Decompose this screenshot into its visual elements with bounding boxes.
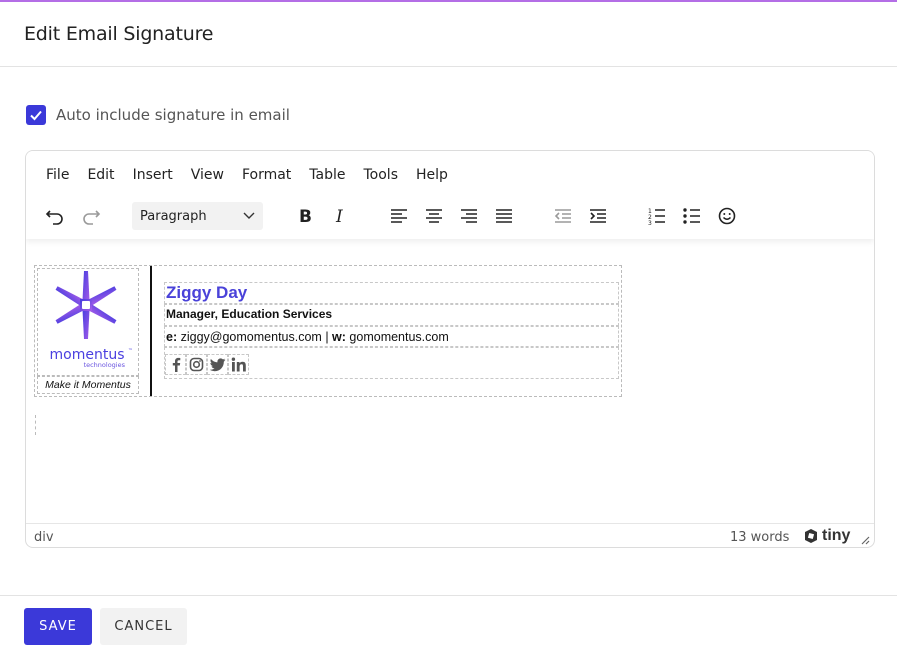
element-path[interactable]: div [34, 530, 54, 545]
name-row: Ziggy Day [164, 282, 619, 304]
social-icons [165, 354, 249, 376]
editor-menubar: File Edit Insert View Format Table Tools… [37, 163, 457, 187]
contact-separator: | [325, 330, 329, 344]
italic-icon[interactable]: I [325, 201, 355, 231]
cancel-button[interactable]: CANCEL [100, 608, 187, 645]
rich-text-editor: File Edit Insert View Format Table Tools… [25, 150, 875, 548]
signature-contact: e: ziggy@gomomentus.com | w: gomomentus.… [165, 327, 618, 347]
dialog-title: Edit Email Signature [24, 23, 214, 45]
save-button[interactable]: SAVE [24, 608, 92, 645]
social-row [164, 347, 619, 379]
empty-paragraph [35, 415, 36, 435]
editor-toolbar: Paragraph B I 1 2 3 [26, 199, 874, 233]
redo-icon[interactable] [76, 201, 106, 231]
editor-header: File Edit Insert View Format Table Tools… [26, 151, 874, 239]
svg-text:B: B [299, 207, 312, 227]
undo-icon[interactable] [40, 201, 70, 231]
align-right-icon[interactable] [454, 201, 484, 231]
momentus-logo: momentus ™ technologies [50, 271, 133, 369]
signature-table: momentus ™ technologies Make it Momentus… [34, 265, 622, 397]
editor-statusbar: div 13 words tiny [26, 523, 874, 547]
signature-job-title: Manager, Education Services [166, 307, 333, 321]
outdent-icon[interactable] [548, 201, 578, 231]
resize-handle-icon[interactable] [860, 535, 870, 545]
auto-include-label: Auto include signature in email [56, 106, 290, 124]
email-label: e: [166, 330, 178, 344]
indent-icon[interactable] [583, 201, 613, 231]
menu-insert[interactable]: Insert [124, 163, 182, 187]
logo-cell: momentus ™ technologies [37, 268, 139, 376]
web-label: w: [332, 330, 346, 344]
menu-table[interactable]: Table [300, 163, 354, 187]
editor-content-area[interactable]: momentus ™ technologies Make it Momentus… [26, 239, 874, 523]
auto-include-row[interactable]: Auto include signature in email [26, 105, 290, 125]
svg-text:3: 3 [648, 220, 652, 227]
tiny-brand-text: tiny [822, 527, 851, 544]
align-justify-icon[interactable] [489, 201, 519, 231]
bold-icon[interactable]: B [290, 201, 320, 231]
linkedin-icon[interactable] [228, 354, 249, 375]
bullet-list-icon[interactable] [677, 201, 707, 231]
auto-include-checkbox[interactable] [26, 105, 46, 125]
emoji-icon[interactable] [712, 201, 742, 231]
menu-file[interactable]: File [37, 163, 78, 187]
tiny-brand-link[interactable]: tiny [803, 527, 850, 545]
tiny-logo-icon [805, 529, 817, 543]
contact-row: e: ziggy@gomomentus.com | w: gomomentus.… [164, 326, 619, 347]
signature-name: Ziggy Day [166, 283, 248, 302]
signature-tagline: Make it Momentus [37, 376, 139, 394]
word-count[interactable]: 13 words [730, 530, 789, 545]
block-format-value: Paragraph [140, 208, 207, 224]
instagram-icon[interactable] [186, 354, 207, 375]
signature-website[interactable]: gomomentus.com [349, 330, 448, 344]
menu-edit[interactable]: Edit [78, 163, 123, 187]
align-left-icon[interactable] [384, 201, 414, 231]
menu-help[interactable]: Help [407, 163, 457, 187]
numbered-list-icon[interactable]: 123 [642, 201, 672, 231]
svg-text:I: I [335, 207, 343, 227]
title-row: Manager, Education Services [164, 304, 619, 326]
menu-format[interactable]: Format [233, 163, 300, 187]
facebook-icon[interactable] [165, 354, 186, 375]
logo-trademark: ™ [128, 348, 133, 354]
block-format-select[interactable]: Paragraph [132, 202, 263, 230]
logo-subtitle: technologies [84, 361, 126, 369]
dialog-header: Edit Email Signature [0, 2, 897, 67]
checkmark-icon [30, 110, 42, 121]
menu-tools[interactable]: Tools [355, 163, 408, 187]
twitter-icon[interactable] [207, 354, 228, 375]
signature-divider [150, 266, 152, 396]
dialog-footer: SAVE CANCEL [0, 595, 897, 659]
signature-email[interactable]: ziggy@gomomentus.com [181, 330, 322, 344]
align-center-icon[interactable] [419, 201, 449, 231]
menu-view[interactable]: View [182, 163, 233, 187]
chevron-down-icon [243, 212, 255, 219]
